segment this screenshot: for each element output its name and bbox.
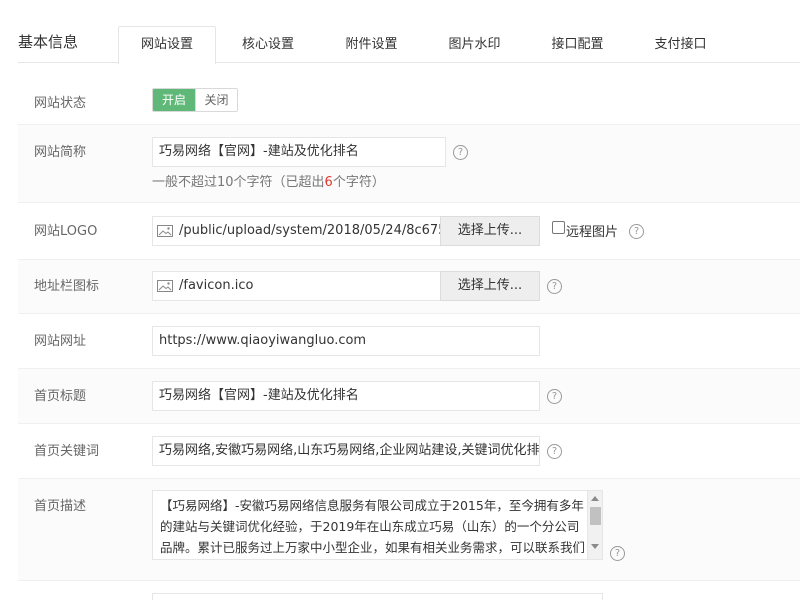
site-url-label: 网站网址 xyxy=(34,334,87,349)
question-circle-icon[interactable]: ? xyxy=(547,389,562,404)
description-text: 【巧易网络】-安徽巧易网络信息服务有限公司成立于2015年，至今拥有多年的建站与… xyxy=(160,498,586,555)
short-name-hint: 一般不超过10个字符（已超出6个字符） xyxy=(152,171,385,190)
tab-core-settings[interactable]: 核心设置 xyxy=(216,26,320,63)
next-field-input[interactable] xyxy=(152,593,603,600)
image-icon xyxy=(157,280,173,292)
hint-over-count: 6 xyxy=(324,175,333,190)
keywords-input[interactable]: 巧易网络,安徽巧易网络,山东巧易网络,企业网站建设,关键词优化排 xyxy=(152,436,540,466)
keywords-label: 首页关键词 xyxy=(34,444,100,459)
short-name-input[interactable]: 巧易网络【官网】-建站及优化排名 xyxy=(152,137,446,167)
remote-image-checkbox[interactable] xyxy=(552,221,565,234)
logo-label: 网站LOGO xyxy=(34,224,98,239)
tab-attachment-settings[interactable]: 附件设置 xyxy=(320,26,423,63)
tab-payment-interface[interactable]: 支付接口 xyxy=(629,26,732,63)
status-off-option[interactable]: 关闭 xyxy=(195,89,237,111)
tab-interface-config[interactable]: 接口配置 xyxy=(526,26,629,63)
page-title: 基本信息 xyxy=(18,33,79,51)
favicon-label: 地址栏图标 xyxy=(34,279,100,294)
logo-upload-button[interactable]: 选择上传... xyxy=(440,216,540,246)
scroll-thumb[interactable] xyxy=(590,507,601,525)
site-url-input[interactable]: https://www.qiaoyiwangluo.com xyxy=(152,326,540,356)
site-status-label: 网站状态 xyxy=(34,96,87,111)
remote-image-label[interactable]: 远程图片 xyxy=(566,221,618,240)
question-circle-icon[interactable]: ? xyxy=(629,224,644,239)
question-circle-icon[interactable]: ? xyxy=(547,279,562,294)
hint-text-after: 个字符） xyxy=(332,175,385,190)
logo-path-input[interactable]: /public/upload/system/2018/05/24/8c675 xyxy=(152,216,442,246)
scroll-down-icon[interactable] xyxy=(591,544,599,549)
scroll-up-icon[interactable] xyxy=(591,496,599,501)
home-title-label: 首页标题 xyxy=(34,389,87,404)
description-textarea[interactable]: 【巧易网络】-安徽巧易网络信息服务有限公司成立于2015年，至今拥有多年的建站与… xyxy=(152,490,603,560)
home-title-input[interactable]: 巧易网络【官网】-建站及优化排名 xyxy=(152,381,540,411)
row-site-status xyxy=(18,63,800,125)
tab-bar: 网站设置 核心设置 附件设置 图片水印 接口配置 支付接口 xyxy=(118,26,732,64)
tab-website-settings[interactable]: 网站设置 xyxy=(118,26,216,64)
question-circle-icon[interactable]: ? xyxy=(547,444,562,459)
header: 基本信息 网站设置 核心设置 附件设置 图片水印 接口配置 支付接口 xyxy=(0,0,800,64)
question-circle-icon[interactable]: ? xyxy=(610,546,625,561)
description-scrollbar[interactable] xyxy=(587,491,602,559)
favicon-path-input[interactable]: /favicon.ico xyxy=(152,271,442,301)
favicon-upload-button[interactable]: 选择上传... xyxy=(440,271,540,301)
hint-text-before: 一般不超过10个字符（已超出 xyxy=(152,175,325,190)
description-label: 首页描述 xyxy=(34,499,87,514)
status-on-option[interactable]: 开启 xyxy=(153,89,195,111)
question-circle-icon[interactable]: ? xyxy=(453,145,468,160)
settings-page: 基本信息 网站设置 核心设置 附件设置 图片水印 接口配置 支付接口 网站状态 … xyxy=(0,0,800,600)
image-icon xyxy=(157,225,173,237)
site-status-switch: 开启 关闭 xyxy=(152,88,238,112)
short-name-label: 网站简称 xyxy=(34,145,87,160)
tab-image-watermark[interactable]: 图片水印 xyxy=(423,26,526,63)
